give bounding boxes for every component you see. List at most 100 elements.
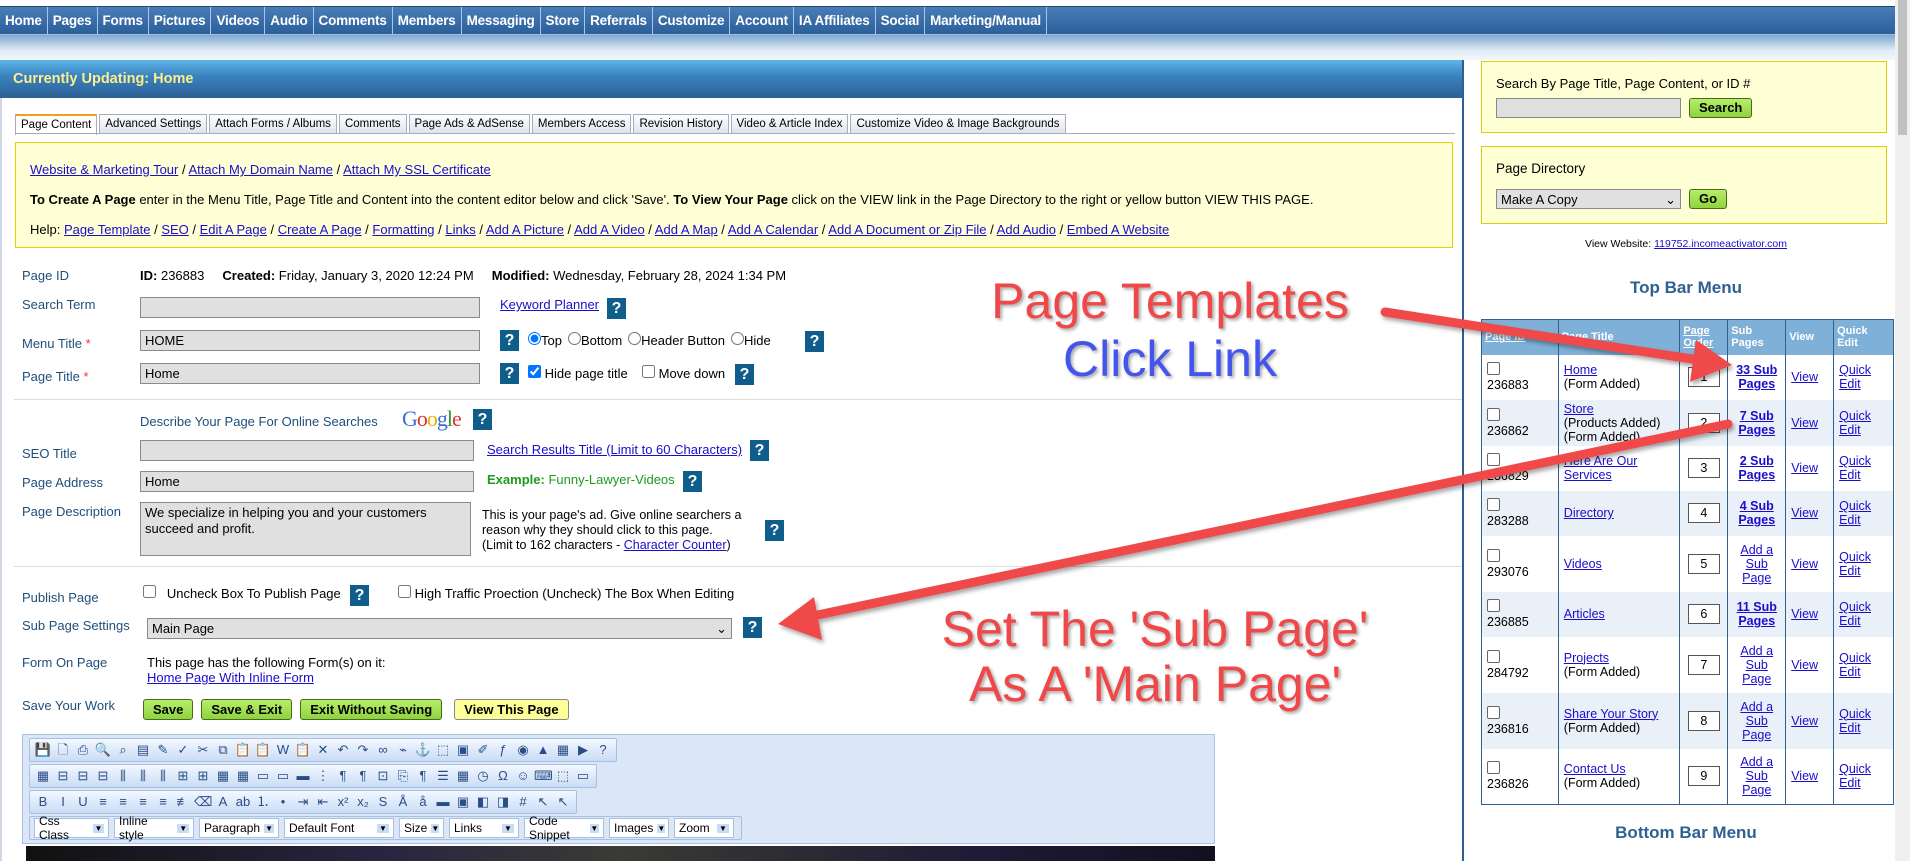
radio[interactable] — [567, 332, 581, 345]
eraser-icon[interactable]: ⌫ — [194, 793, 212, 811]
editor-dropdown-inline-style[interactable]: Inline style ▼ — [114, 814, 194, 842]
go-button[interactable]: Go — [1689, 189, 1728, 209]
page-title-link[interactable]: Articles — [1564, 607, 1605, 621]
tab-revision-history[interactable]: Revision History — [633, 114, 729, 133]
page-order-input[interactable]: 3 — [1687, 458, 1720, 478]
page-order-input[interactable]: 4 — [1687, 503, 1720, 523]
print-icon[interactable]: ⎙ — [74, 741, 92, 759]
paste-html-icon[interactable]: 📋 — [294, 741, 312, 759]
page-description-textarea[interactable]: We specialize in helping you and your cu… — [140, 502, 471, 556]
nav-item-pictures[interactable]: Pictures — [149, 7, 212, 34]
move-down-checkbox[interactable]: Move down — [642, 365, 725, 381]
radio[interactable] — [731, 332, 744, 345]
nav-item-audio[interactable]: Audio — [265, 7, 314, 34]
cut-icon[interactable]: ✂ — [194, 741, 212, 759]
image-icon[interactable]: ▣ — [454, 741, 472, 759]
tab-page-content[interactable]: Page Content — [15, 114, 98, 135]
subscript-icon[interactable]: x₂ — [354, 793, 372, 811]
save-exit-button[interactable]: Save & Exit — [201, 699, 293, 720]
highlight-icon[interactable]: ab — [234, 793, 252, 811]
strikeline-icon[interactable]: ≢ — [174, 793, 192, 811]
row-checkbox[interactable] — [1487, 761, 1500, 775]
ordered-list-icon[interactable]: ⒈ — [254, 793, 272, 811]
radio[interactable] — [628, 332, 642, 345]
emoticon-icon[interactable]: ☺ — [514, 767, 532, 785]
undo-icon[interactable]: ↶ — [334, 741, 352, 759]
tab-comments[interactable]: Comments — [338, 114, 407, 133]
row-checkbox[interactable] — [1487, 705, 1500, 719]
sub-pages-link[interactable]: Add a Sub Page — [1740, 543, 1773, 585]
superscript-icon[interactable]: x² — [334, 793, 352, 811]
flash-icon[interactable]: ƒ — [494, 741, 512, 759]
quick-edit-link[interactable]: Quick Edit — [1839, 762, 1871, 790]
lower-case-icon[interactable]: å — [414, 793, 432, 811]
delete-col-icon[interactable]: ⫼ — [154, 767, 172, 785]
sub-pages-link[interactable]: 4 Sub Pages — [1738, 499, 1775, 527]
quick-edit-link[interactable]: Quick Edit — [1839, 550, 1871, 578]
hide-page-title-check[interactable] — [528, 365, 541, 378]
edit-image-icon[interactable]: ✐ — [474, 741, 492, 759]
view-link[interactable]: View — [1791, 370, 1818, 384]
search-button[interactable]: Search — [1689, 98, 1753, 118]
editor-dropdown-images[interactable]: Images ▼ — [609, 818, 669, 838]
paste-text-icon[interactable]: 📋 — [254, 741, 272, 759]
page-title-link[interactable]: Store — [1564, 402, 1594, 416]
exit-without-saving-button[interactable]: Exit Without Saving — [300, 699, 443, 720]
search-input[interactable] — [1496, 98, 1681, 118]
nav-item-pages[interactable]: Pages — [48, 7, 98, 34]
ltr-icon[interactable]: ¶ — [334, 767, 352, 785]
position-radio-header-button[interactable]: Header Button — [628, 332, 725, 348]
radio[interactable] — [528, 332, 541, 345]
position-radio-top[interactable]: Top — [528, 332, 562, 348]
form-link[interactable]: Home Page With Inline Form — [147, 670, 314, 685]
help-link[interactable]: Add A Picture — [486, 222, 564, 237]
editor-dropdown-paragraph[interactable]: Paragraph ▼ — [199, 818, 279, 838]
view-link[interactable]: View — [1791, 506, 1818, 520]
page-order-input[interactable]: 5 — [1687, 553, 1720, 574]
tab-video-article-index[interactable]: Video & Article Index — [730, 114, 849, 133]
character-counter-link[interactable]: Character Counter — [624, 538, 727, 552]
row-checkbox[interactable] — [1487, 498, 1500, 511]
align-center-icon[interactable]: ≡ — [114, 793, 132, 811]
help-link[interactable]: Add A Calendar — [728, 222, 818, 237]
view-link[interactable]: View — [1791, 769, 1818, 783]
help-link[interactable]: Links — [445, 222, 475, 237]
row-checkbox[interactable] — [1487, 407, 1500, 421]
quick-edit-link[interactable]: Quick Edit — [1839, 454, 1871, 482]
send-backward-icon[interactable]: ◨ — [494, 793, 512, 811]
justify-icon[interactable]: ≡ — [154, 793, 172, 811]
help-icon[interactable]: ? — [735, 364, 754, 385]
sort-link[interactable]: Page Order — [1683, 325, 1713, 349]
preview-icon[interactable]: 🔍 — [94, 741, 112, 759]
help-icon[interactable]: ? — [805, 331, 824, 352]
align-left-icon[interactable]: ≡ — [94, 793, 112, 811]
row-checkbox[interactable] — [1487, 599, 1500, 612]
horizontal-rule-icon[interactable]: ▬ — [434, 793, 452, 811]
seo-title-input[interactable] — [140, 440, 474, 461]
template-icon[interactable]: ▤ — [134, 741, 152, 759]
keyword-planner-link[interactable]: Keyword Planner — [500, 297, 599, 312]
paragraph-icon[interactable]: ¶ — [414, 767, 432, 785]
delete-icon[interactable]: ✕ — [314, 741, 332, 759]
redo-icon[interactable]: ↷ — [354, 741, 372, 759]
sub-pages-link[interactable]: 2 Sub Pages — [1738, 454, 1775, 482]
sub-pages-link[interactable]: Add a Sub Page — [1740, 700, 1773, 742]
menu-title-input[interactable]: HOME — [140, 330, 480, 351]
help-icon[interactable]: ? — [765, 520, 784, 541]
nav-item-home[interactable]: Home — [0, 7, 48, 34]
text-area-icon[interactable]: ▭ — [574, 767, 592, 785]
page-title-link[interactable]: Share Your Story — [1564, 707, 1659, 721]
cursor-plus-icon[interactable]: ↖ — [534, 793, 552, 811]
hidden-icon[interactable]: ▬ — [294, 767, 312, 785]
upper-case-icon[interactable]: Å — [394, 793, 412, 811]
page-title-link[interactable]: Here Are Our Services — [1564, 454, 1638, 482]
hr-list-icon[interactable]: ☰ — [434, 767, 452, 785]
pdf-icon[interactable]: ▲ — [534, 741, 552, 759]
help-icon[interactable]: ? — [594, 741, 612, 759]
table-icon[interactable]: ▦ — [34, 767, 52, 785]
unordered-list-icon[interactable]: • — [274, 793, 292, 811]
select-icon[interactable]: ⬚ — [434, 741, 452, 759]
nav-item-account[interactable]: Account — [730, 7, 794, 34]
view-link[interactable]: View — [1791, 416, 1818, 430]
sub-pages-link[interactable]: Add a Sub Page — [1740, 644, 1773, 686]
